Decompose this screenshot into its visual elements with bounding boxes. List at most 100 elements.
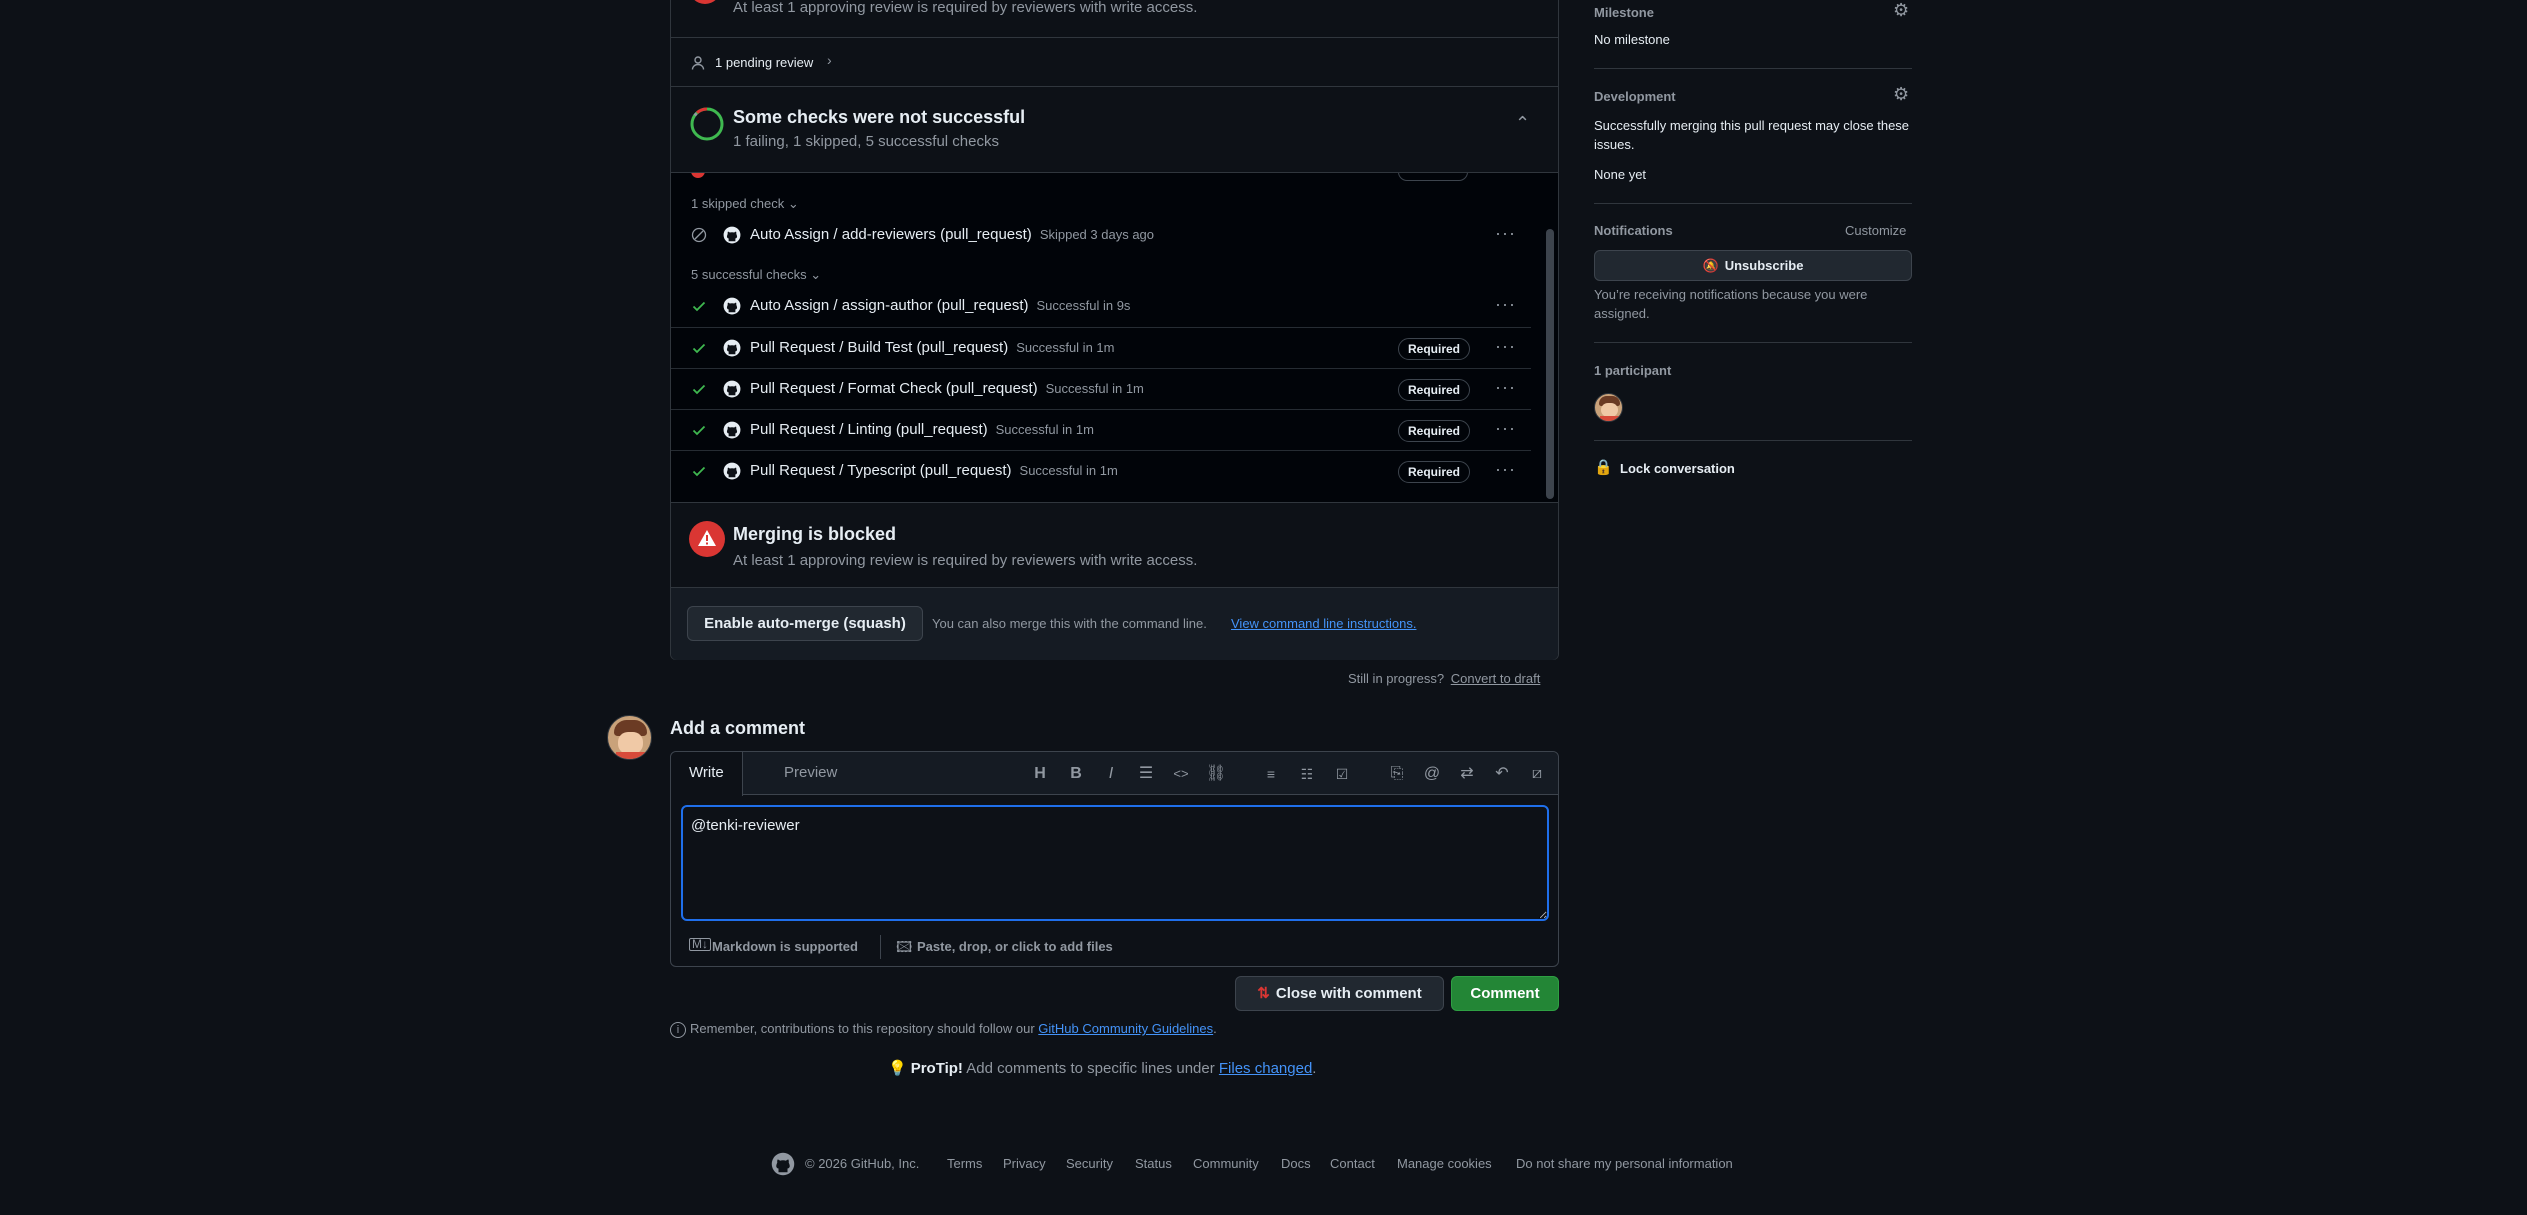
markdown-icon: M↓ bbox=[689, 938, 711, 951]
auto-merge-section: Enable auto-merge (squash) You can also … bbox=[671, 588, 1558, 660]
footer-link-terms[interactable]: Terms bbox=[947, 1156, 982, 1171]
check-title[interactable]: Pull Request / Typescript (pull_request) bbox=[750, 462, 1012, 479]
check-meta: Successful in 1m bbox=[1045, 381, 1144, 396]
slash-command-icon[interactable]: ⧄ bbox=[1527, 764, 1547, 784]
merge-blocked-title: Merging is blocked bbox=[733, 524, 897, 544]
ordered-list-icon[interactable]: ≡ bbox=[1261, 764, 1281, 784]
check-row[interactable]: Pull Request / Format Check (pull_reques… bbox=[671, 368, 1531, 408]
gear-icon[interactable]: ⚙ bbox=[1893, 0, 1909, 21]
unordered-list-icon[interactable]: ☷ bbox=[1297, 764, 1317, 784]
check-row[interactable]: Auto Assign / add-reviewers (pull_reques… bbox=[671, 215, 1531, 255]
sidebar-divider bbox=[1594, 440, 1912, 441]
bold-icon[interactable]: B bbox=[1066, 764, 1086, 784]
check-title[interactable]: Auto Assign / add-reviewers (pull_reques… bbox=[750, 226, 1032, 243]
footer-link-contact[interactable]: Contact bbox=[1330, 1156, 1375, 1171]
comment-button[interactable]: Comment bbox=[1451, 976, 1559, 1011]
check-row[interactable]: Auto Assign / assign-author (pull_reques… bbox=[671, 286, 1531, 326]
kebab-icon[interactable]: ··· bbox=[1495, 418, 1516, 439]
chevron-up-icon[interactable]: ⌃ bbox=[1515, 113, 1530, 134]
gear-icon[interactable]: ⚙ bbox=[1893, 84, 1909, 105]
development-heading[interactable]: Development bbox=[1594, 89, 1676, 104]
link-icon[interactable]: ⛓ bbox=[1206, 764, 1226, 784]
footer-link-status[interactable]: Status bbox=[1135, 1156, 1172, 1171]
avatar[interactable] bbox=[607, 715, 652, 760]
attach-files-button[interactable]: Paste, drop, or click to add files bbox=[917, 939, 1113, 954]
required-badge: Required bbox=[1398, 379, 1471, 401]
check-title[interactable]: Pull Request / Linting (pull_request) bbox=[750, 421, 988, 438]
markdown-note[interactable]: Markdown is supported bbox=[712, 939, 858, 954]
check-title[interactable]: Pull Request / Build Test (pull_request) bbox=[750, 339, 1008, 356]
pending-review-row[interactable]: 1 pending review › bbox=[671, 38, 1558, 87]
footer-link-community[interactable]: Community bbox=[1193, 1156, 1259, 1171]
lock-conversation-link[interactable]: Lock conversation bbox=[1620, 461, 1735, 476]
copyright: © 2026 GitHub, Inc. bbox=[805, 1156, 920, 1171]
check-name[interactable]: Auto Assign / assign-author (pull_reques… bbox=[750, 297, 1130, 314]
convert-to-draft-link[interactable]: Convert to draft bbox=[1451, 671, 1541, 686]
check-title[interactable]: Auto Assign / assign-author (pull_reques… bbox=[750, 297, 1029, 314]
quote-icon[interactable]: ☰ bbox=[1136, 764, 1156, 784]
check-name[interactable]: Pull Request / Linting (pull_request) Suc… bbox=[750, 421, 1094, 438]
command-line-link[interactable]: View command line instructions. bbox=[1231, 616, 1416, 631]
footer-link-do-not-share[interactable]: Do not share my personal information bbox=[1516, 1156, 1733, 1171]
light-bulb-icon: 💡 bbox=[888, 1060, 907, 1077]
github-logo-icon[interactable] bbox=[771, 1152, 795, 1176]
kebab-icon[interactable]: ··· bbox=[1495, 223, 1516, 244]
draft-row: Still in progress? Convert to draft bbox=[1348, 671, 1540, 686]
kebab-icon[interactable]: ··· bbox=[1495, 459, 1516, 480]
footer-link-docs[interactable]: Docs bbox=[1281, 1156, 1311, 1171]
files-changed-link[interactable]: Files changed bbox=[1219, 1060, 1312, 1077]
add-comment-heading: Add a comment bbox=[670, 718, 806, 738]
participants-heading: 1 participant bbox=[1594, 363, 1672, 378]
customize-link[interactable]: Customize bbox=[1845, 223, 1906, 238]
kebab-icon[interactable]: ··· bbox=[1495, 294, 1516, 315]
close-with-comment-label: Close with comment bbox=[1275, 985, 1422, 1002]
milestone-heading[interactable]: Milestone bbox=[1594, 5, 1654, 20]
tab-write[interactable]: Write bbox=[671, 752, 743, 796]
editor-toolbar: Write Preview H B I ☰ <> ⛓ ≡ ☷ ☑ ⎘ @ ⇄ ↶… bbox=[671, 752, 1558, 796]
tab-preview[interactable]: Preview bbox=[766, 752, 855, 796]
successful-group-toggle[interactable]: 5 successful checks ⌄ bbox=[691, 267, 821, 283]
participant-avatar[interactable] bbox=[1594, 393, 1623, 422]
kebab-icon[interactable]: ··· bbox=[1495, 336, 1516, 357]
check-meta: Successful in 1m bbox=[995, 422, 1094, 437]
check-icon bbox=[692, 301, 706, 312]
heading-icon[interactable]: H bbox=[1030, 764, 1050, 784]
reply-icon[interactable]: ↶ bbox=[1492, 764, 1512, 784]
footer-link-privacy[interactable]: Privacy bbox=[1003, 1156, 1046, 1171]
close-with-comment-button[interactable]: ⇅ Close with comment bbox=[1235, 976, 1444, 1011]
auto-merge-text: You can also merge this with the command… bbox=[932, 616, 1207, 631]
required-badge: Required bbox=[1398, 420, 1471, 442]
check-name[interactable]: Auto Assign / add-reviewers (pull_reques… bbox=[750, 226, 1154, 243]
sidebar-divider bbox=[1594, 342, 1912, 343]
check-title[interactable]: Pull Request / Format Check (pull_reques… bbox=[750, 380, 1038, 397]
attach-icon[interactable]: ⎘ bbox=[1387, 764, 1407, 784]
task-list-icon[interactable]: ☑ bbox=[1332, 764, 1352, 784]
check-name[interactable]: Pull Request / Typescript (pull_request)… bbox=[750, 462, 1118, 479]
skipped-group-toggle[interactable]: 1 skipped check ⌄ bbox=[691, 196, 799, 212]
required-badge-partial bbox=[1398, 173, 1468, 181]
guidelines-link[interactable]: GitHub Community Guidelines bbox=[1038, 1021, 1213, 1036]
chevron-right-icon: › bbox=[827, 52, 832, 68]
footer-link-security[interactable]: Security bbox=[1066, 1156, 1113, 1171]
check-row[interactable]: Pull Request / Build Test (pull_request)… bbox=[671, 327, 1531, 367]
footer-link-manage-cookies[interactable]: Manage cookies bbox=[1397, 1156, 1492, 1171]
check-name[interactable]: Pull Request / Build Test (pull_request)… bbox=[750, 339, 1114, 356]
check-meta: Skipped 3 days ago bbox=[1039, 227, 1155, 242]
scrollbar-thumb[interactable] bbox=[1546, 229, 1554, 499]
check-icon bbox=[692, 384, 706, 395]
chevron-down-icon: ⌄ bbox=[810, 267, 822, 282]
comment-textarea[interactable]: @tenki-reviewer bbox=[681, 805, 1549, 921]
check-name[interactable]: Pull Request / Format Check (pull_reques… bbox=[750, 380, 1144, 397]
checks-header[interactable]: Some checks were not successful 1 failin… bbox=[671, 87, 1558, 173]
italic-icon[interactable]: I bbox=[1101, 764, 1121, 784]
enable-auto-merge-button[interactable]: Enable auto-merge (squash) bbox=[687, 606, 923, 641]
review-required-partial: At least 1 approving review is required … bbox=[671, 0, 1558, 38]
check-row[interactable]: Pull Request / Linting (pull_request) Suc… bbox=[671, 409, 1531, 449]
cross-reference-icon[interactable]: ⇄ bbox=[1457, 764, 1477, 784]
code-icon[interactable]: <> bbox=[1171, 764, 1191, 784]
check-row[interactable]: Pull Request / Typescript (pull_request)… bbox=[671, 450, 1531, 490]
unsubscribe-button[interactable]: 🔕 Unsubscribe bbox=[1594, 250, 1912, 281]
kebab-icon[interactable]: ··· bbox=[1495, 377, 1516, 398]
pending-review-link[interactable]: 1 pending review bbox=[715, 55, 813, 70]
mention-icon[interactable]: @ bbox=[1422, 764, 1442, 784]
